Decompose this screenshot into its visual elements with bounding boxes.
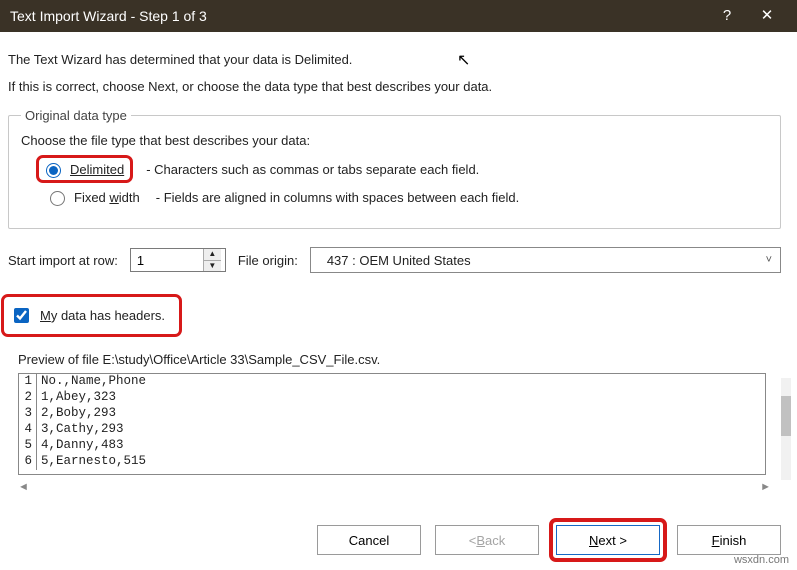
line-num: 3 (19, 406, 37, 422)
watermark: wsxdn.com (734, 554, 789, 566)
line-num: 4 (19, 422, 37, 438)
headers-checkbox-row[interactable]: My data has headers. (6, 299, 173, 332)
row-controls: Start import at row: ▲ ▼ File origin: 43… (8, 247, 781, 273)
scroll-left-icon[interactable]: ◄ (18, 481, 29, 493)
radio-row-delimited: Delimited - Characters such as commas or… (39, 158, 770, 180)
vertical-scrollbar[interactable] (781, 378, 791, 480)
finish-button[interactable]: Finish (677, 525, 781, 555)
radio-delimited-wrap[interactable]: Delimited (41, 160, 124, 178)
highlight-headers: My data has headers. (4, 297, 179, 334)
help-button[interactable]: ? (707, 0, 747, 32)
line-text: 4,Danny,483 (37, 438, 124, 454)
line-num: 2 (19, 390, 37, 406)
back-button: < Back (435, 525, 539, 555)
preview-box: 1No.,Name,Phone 21,Abey,323 32,Boby,293 … (18, 373, 766, 475)
file-origin-select[interactable]: 437 : OEM United States ˅ (310, 247, 781, 273)
chevron-down-icon: ˅ (766, 254, 772, 266)
delimited-desc: - Characters such as commas or tabs sepa… (146, 162, 479, 177)
radio-row-fixed: Fixed width - Fields are aligned in colu… (39, 188, 770, 206)
line-text: 2,Boby,293 (37, 406, 116, 422)
scrollbar-thumb[interactable] (781, 396, 791, 436)
next-button[interactable]: Next > (556, 525, 660, 555)
window-title: Text Import Wizard - Step 1 of 3 (10, 8, 707, 24)
cancel-button[interactable]: Cancel (317, 525, 421, 555)
dialog-content: The Text Wizard has determined that your… (0, 32, 797, 503)
start-row-input[interactable] (131, 249, 203, 271)
spinner-buttons[interactable]: ▲ ▼ (203, 249, 221, 271)
file-origin-value: 437 : OEM United States (327, 253, 471, 268)
titlebar: Text Import Wizard - Step 1 of 3 ? ✕ (0, 0, 797, 32)
radio-delimited[interactable] (46, 163, 61, 178)
scroll-right-icon[interactable]: ► (760, 481, 771, 493)
spinner-up-icon[interactable]: ▲ (204, 249, 221, 261)
line-text: 3,Cathy,293 (37, 422, 124, 438)
file-origin-label: File origin: (238, 253, 298, 268)
line-num: 5 (19, 438, 37, 454)
highlight-next: Next > (553, 522, 663, 558)
original-data-type-group: Original data type Choose the file type … (8, 108, 781, 229)
line-text: 1,Abey,323 (37, 390, 116, 406)
fixed-desc: - Fields are aligned in columns with spa… (156, 190, 519, 205)
group-legend: Original data type (21, 108, 131, 123)
intro-text-1: The Text Wizard has determined that your… (8, 52, 781, 67)
radio-delimited-label: Delimited (70, 162, 124, 177)
line-num: 1 (19, 374, 37, 390)
preview-label: Preview of file E:\study\Office\Article … (18, 352, 781, 367)
horizontal-scrollbar[interactable]: ◄ ► (18, 481, 771, 493)
headers-checkbox[interactable] (14, 308, 29, 323)
intro-text-2: If this is correct, choose Next, or choo… (8, 79, 781, 94)
headers-label: My data has headers. (40, 308, 165, 323)
start-row-spinner[interactable]: ▲ ▼ (130, 248, 226, 272)
choose-label: Choose the file type that best describes… (21, 133, 770, 148)
line-num: 6 (19, 454, 37, 470)
hscroll-track[interactable] (35, 483, 754, 491)
line-text: 5,Earnesto,515 (37, 454, 146, 470)
line-text: No.,Name,Phone (37, 374, 146, 390)
radio-fixed-label: Fixed width (74, 190, 140, 205)
footer-buttons: Cancel < Back Next > Finish (317, 522, 781, 558)
spinner-down-icon[interactable]: ▼ (204, 261, 221, 272)
start-row-label: Start import at row: (8, 253, 118, 268)
radio-fixed-wrap[interactable]: Fixed width (45, 188, 140, 206)
close-button[interactable]: ✕ (747, 0, 787, 32)
highlight-delimited: Delimited (39, 158, 130, 180)
radio-fixed-width[interactable] (50, 191, 65, 206)
